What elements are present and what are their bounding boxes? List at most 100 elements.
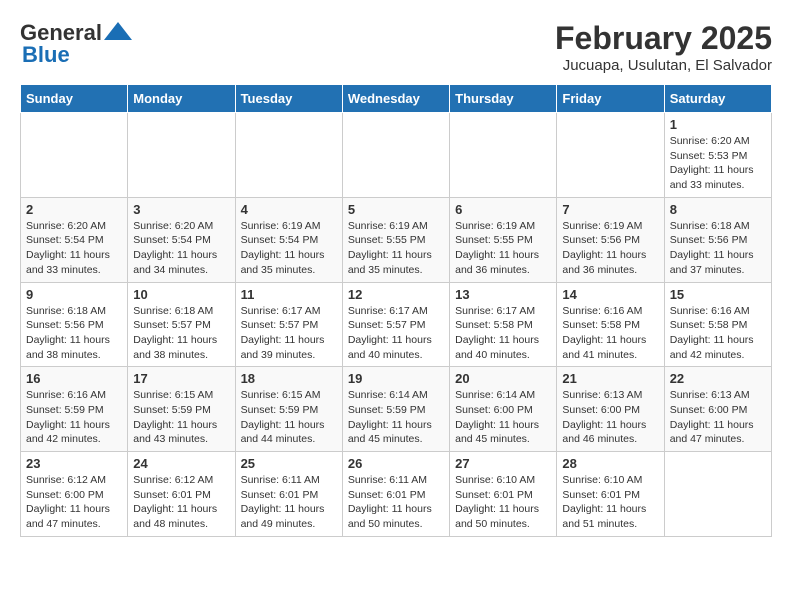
day-number: 16 <box>26 371 122 386</box>
day-info: Sunrise: 6:18 AM Sunset: 5:56 PM Dayligh… <box>670 219 766 278</box>
logo-arrow-icon <box>104 22 132 40</box>
day-info: Sunrise: 6:20 AM Sunset: 5:53 PM Dayligh… <box>670 134 766 193</box>
calendar-week-row: 9 Sunrise: 6:18 AM Sunset: 5:56 PM Daylig… <box>21 282 772 367</box>
calendar-header-row: SundayMondayTuesdayWednesdayThursdayFrid… <box>21 85 772 113</box>
day-number: 18 <box>241 371 337 386</box>
day-info: Sunrise: 6:15 AM Sunset: 5:59 PM Dayligh… <box>133 388 229 447</box>
calendar-day-header: Wednesday <box>342 85 449 113</box>
day-number: 11 <box>241 287 337 302</box>
calendar-day-header: Friday <box>557 85 664 113</box>
day-number: 24 <box>133 456 229 471</box>
calendar-cell: 18 Sunrise: 6:15 AM Sunset: 5:59 PM Dayli… <box>235 367 342 452</box>
calendar-cell <box>664 452 771 537</box>
day-info: Sunrise: 6:18 AM Sunset: 5:57 PM Dayligh… <box>133 304 229 363</box>
calendar-cell <box>342 113 449 198</box>
calendar-cell: 14 Sunrise: 6:16 AM Sunset: 5:58 PM Dayli… <box>557 282 664 367</box>
calendar-cell <box>450 113 557 198</box>
day-info: Sunrise: 6:14 AM Sunset: 6:00 PM Dayligh… <box>455 388 551 447</box>
day-info: Sunrise: 6:19 AM Sunset: 5:55 PM Dayligh… <box>348 219 444 278</box>
day-number: 8 <box>670 202 766 217</box>
calendar-cell: 13 Sunrise: 6:17 AM Sunset: 5:58 PM Dayli… <box>450 282 557 367</box>
day-info: Sunrise: 6:17 AM Sunset: 5:58 PM Dayligh… <box>455 304 551 363</box>
day-info: Sunrise: 6:13 AM Sunset: 6:00 PM Dayligh… <box>670 388 766 447</box>
calendar-cell: 3Sunrise: 6:20 AM Sunset: 5:54 PM Daylig… <box>128 197 235 282</box>
calendar-cell: 20 Sunrise: 6:14 AM Sunset: 6:00 PM Dayli… <box>450 367 557 452</box>
calendar-cell: 23 Sunrise: 6:12 AM Sunset: 6:00 PM Dayli… <box>21 452 128 537</box>
calendar-cell: 22 Sunrise: 6:13 AM Sunset: 6:00 PM Dayli… <box>664 367 771 452</box>
calendar-cell: 9 Sunrise: 6:18 AM Sunset: 5:56 PM Daylig… <box>21 282 128 367</box>
calendar-cell <box>21 113 128 198</box>
day-info: Sunrise: 6:17 AM Sunset: 5:57 PM Dayligh… <box>241 304 337 363</box>
day-number: 13 <box>455 287 551 302</box>
day-number: 6 <box>455 202 551 217</box>
day-number: 26 <box>348 456 444 471</box>
day-number: 7 <box>562 202 658 217</box>
calendar-cell: 19 Sunrise: 6:14 AM Sunset: 5:59 PM Dayli… <box>342 367 449 452</box>
calendar-cell: 16 Sunrise: 6:16 AM Sunset: 5:59 PM Dayli… <box>21 367 128 452</box>
calendar-cell <box>128 113 235 198</box>
day-info: Sunrise: 6:12 AM Sunset: 6:00 PM Dayligh… <box>26 473 122 532</box>
calendar-cell: 10Sunrise: 6:18 AM Sunset: 5:57 PM Dayli… <box>128 282 235 367</box>
logo-blue-text: Blue <box>20 42 70 68</box>
calendar-cell: 27 Sunrise: 6:10 AM Sunset: 6:01 PM Dayli… <box>450 452 557 537</box>
calendar-cell: 1 Sunrise: 6:20 AM Sunset: 5:53 PM Daylig… <box>664 113 771 198</box>
day-info: Sunrise: 6:19 AM Sunset: 5:55 PM Dayligh… <box>455 219 551 278</box>
calendar-day-header: Saturday <box>664 85 771 113</box>
day-number: 15 <box>670 287 766 302</box>
day-number: 17 <box>133 371 229 386</box>
day-number: 2 <box>26 202 122 217</box>
day-info: Sunrise: 6:14 AM Sunset: 5:59 PM Dayligh… <box>348 388 444 447</box>
day-number: 20 <box>455 371 551 386</box>
calendar-cell: 21 Sunrise: 6:13 AM Sunset: 6:00 PM Dayli… <box>557 367 664 452</box>
day-number: 27 <box>455 456 551 471</box>
day-info: Sunrise: 6:12 AM Sunset: 6:01 PM Dayligh… <box>133 473 229 532</box>
day-info: Sunrise: 6:19 AM Sunset: 5:54 PM Dayligh… <box>241 219 337 278</box>
calendar-day-header: Thursday <box>450 85 557 113</box>
calendar-cell: 15 Sunrise: 6:16 AM Sunset: 5:58 PM Dayli… <box>664 282 771 367</box>
day-number: 21 <box>562 371 658 386</box>
day-number: 25 <box>241 456 337 471</box>
calendar-day-header: Tuesday <box>235 85 342 113</box>
calendar-week-row: 16 Sunrise: 6:16 AM Sunset: 5:59 PM Dayli… <box>21 367 772 452</box>
day-info: Sunrise: 6:15 AM Sunset: 5:59 PM Dayligh… <box>241 388 337 447</box>
calendar-day-header: Sunday <box>21 85 128 113</box>
calendar-cell: 6 Sunrise: 6:19 AM Sunset: 5:55 PM Daylig… <box>450 197 557 282</box>
day-number: 19 <box>348 371 444 386</box>
calendar-cell: 26 Sunrise: 6:11 AM Sunset: 6:01 PM Dayli… <box>342 452 449 537</box>
day-number: 1 <box>670 117 766 132</box>
calendar-cell: 24 Sunrise: 6:12 AM Sunset: 6:01 PM Dayli… <box>128 452 235 537</box>
day-info: Sunrise: 6:17 AM Sunset: 5:57 PM Dayligh… <box>348 304 444 363</box>
day-number: 5 <box>348 202 444 217</box>
day-number: 4 <box>241 202 337 217</box>
calendar-table: SundayMondayTuesdayWednesdayThursdayFrid… <box>20 84 772 537</box>
day-info: Sunrise: 6:20 AM Sunset: 5:54 PM Dayligh… <box>133 219 229 278</box>
title-block: February 2025 Jucuapa, Usulutan, El Salv… <box>555 20 772 74</box>
calendar-cell: 8 Sunrise: 6:18 AM Sunset: 5:56 PM Daylig… <box>664 197 771 282</box>
calendar-cell <box>557 113 664 198</box>
day-info: Sunrise: 6:16 AM Sunset: 5:58 PM Dayligh… <box>562 304 658 363</box>
calendar-day-header: Monday <box>128 85 235 113</box>
page-header: General Blue February 2025 Jucuapa, Usul… <box>20 20 772 74</box>
calendar-week-row: 23 Sunrise: 6:12 AM Sunset: 6:00 PM Dayli… <box>21 452 772 537</box>
calendar-cell: 2 Sunrise: 6:20 AM Sunset: 5:54 PM Daylig… <box>21 197 128 282</box>
calendar-subtitle: Jucuapa, Usulutan, El Salvador <box>555 57 772 74</box>
logo: General Blue <box>20 20 132 68</box>
calendar-cell: 25Sunrise: 6:11 AM Sunset: 6:01 PM Dayli… <box>235 452 342 537</box>
calendar-cell: 7 Sunrise: 6:19 AM Sunset: 5:56 PM Daylig… <box>557 197 664 282</box>
day-info: Sunrise: 6:10 AM Sunset: 6:01 PM Dayligh… <box>455 473 551 532</box>
day-number: 9 <box>26 287 122 302</box>
day-number: 28 <box>562 456 658 471</box>
day-number: 12 <box>348 287 444 302</box>
day-info: Sunrise: 6:13 AM Sunset: 6:00 PM Dayligh… <box>562 388 658 447</box>
day-info: Sunrise: 6:16 AM Sunset: 5:59 PM Dayligh… <box>26 388 122 447</box>
day-info: Sunrise: 6:19 AM Sunset: 5:56 PM Dayligh… <box>562 219 658 278</box>
day-info: Sunrise: 6:16 AM Sunset: 5:58 PM Dayligh… <box>670 304 766 363</box>
day-number: 14 <box>562 287 658 302</box>
day-info: Sunrise: 6:20 AM Sunset: 5:54 PM Dayligh… <box>26 219 122 278</box>
day-number: 22 <box>670 371 766 386</box>
day-info: Sunrise: 6:18 AM Sunset: 5:56 PM Dayligh… <box>26 304 122 363</box>
day-info: Sunrise: 6:11 AM Sunset: 6:01 PM Dayligh… <box>348 473 444 532</box>
day-number: 23 <box>26 456 122 471</box>
calendar-cell: 12 Sunrise: 6:17 AM Sunset: 5:57 PM Dayli… <box>342 282 449 367</box>
calendar-week-row: 1 Sunrise: 6:20 AM Sunset: 5:53 PM Daylig… <box>21 113 772 198</box>
